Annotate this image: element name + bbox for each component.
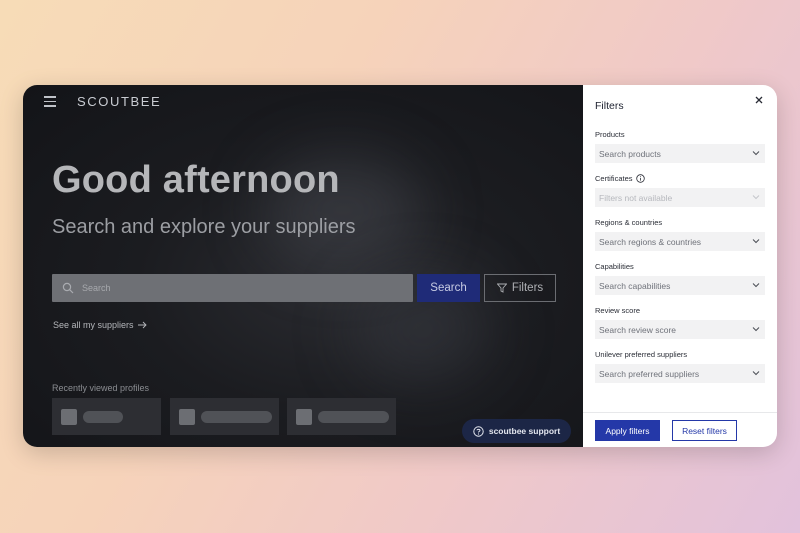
profile-thumbnail-placeholder [179,408,195,425]
see-all-suppliers-link[interactable]: See all my suppliers [53,320,147,330]
chevron-down-icon [752,151,760,156]
search-icon [62,282,74,294]
certificates-label: Certificates [595,174,645,183]
arrow-right-icon [137,321,147,329]
hamburger-menu-icon[interactable] [44,96,56,107]
filters-panel-title: Filters [595,100,624,112]
filters-button[interactable]: Filters [484,274,556,302]
close-icon[interactable] [754,95,764,105]
greeting-heading: Good afternoon [52,159,340,201]
profile-name-placeholder [83,410,123,423]
regions-select[interactable]: Search regions & countries [595,232,765,251]
products-label: Products [595,130,625,139]
profile-name-placeholder [318,410,389,423]
recent-profile-card[interactable] [287,398,396,435]
top-bar: SCOUTBEE [23,85,583,117]
search-button[interactable]: Search [417,274,480,302]
profile-thumbnail-placeholder [61,408,77,425]
certificates-placeholder: Filters not available [599,192,673,203]
profile-thumbnail-placeholder [296,408,312,425]
preferred-suppliers-label: Unilever preferred suppliers [595,350,688,359]
recent-profile-card[interactable] [170,398,279,435]
reset-filters-button[interactable]: Reset filters [672,420,737,441]
capabilities-placeholder: Search capabilities [599,280,671,291]
recent-profiles-label: Recently viewed profiles [52,383,150,393]
info-icon[interactable] [635,174,645,183]
review-score-placeholder: Search review score [599,324,677,335]
support-button[interactable]: scoutbee support [462,419,571,443]
review-score-select[interactable]: Search review score [595,320,765,339]
preferred-suppliers-placeholder: Search preferred suppliers [599,368,700,379]
chevron-down-icon [752,283,760,288]
support-label: scoutbee support [488,426,561,436]
chevron-down-icon [752,371,760,376]
search-placeholder: Search [82,283,111,293]
main-area: SCOUTBEE Good afternoon Search and explo… [23,85,583,447]
review-score-label: Review score [595,306,641,315]
chevron-down-icon [752,195,760,200]
regions-placeholder: Search regions & countries [599,236,702,247]
products-select[interactable]: Search products [595,144,765,163]
see-all-label: See all my suppliers [53,320,134,330]
chevron-down-icon [752,327,760,332]
app-window: SCOUTBEE Good afternoon Search and explo… [23,85,777,447]
regions-label: Regions & countries [595,218,663,227]
preferred-suppliers-select[interactable]: Search preferred suppliers [595,364,765,383]
filter-funnel-icon [496,283,507,293]
hero-subtitle: Search and explore your suppliers [52,216,356,238]
app-logo[interactable]: SCOUTBEE [77,94,161,109]
filters-panel: Filters Products Search products Certifi… [583,85,777,447]
help-question-icon [473,425,484,437]
capabilities-select[interactable]: Search capabilities [595,276,765,295]
capabilities-label: Capabilities [595,262,634,271]
profile-name-placeholder [201,410,272,423]
certificates-select: Filters not available [595,188,765,207]
products-placeholder: Search products [599,148,661,159]
filters-button-label: Filters [511,282,544,294]
recent-profile-card[interactable] [52,398,161,435]
apply-filters-button[interactable]: Apply filters [595,420,660,441]
supplier-search-input[interactable]: Search [52,274,413,302]
chevron-down-icon [752,239,760,244]
panel-divider [583,412,777,413]
